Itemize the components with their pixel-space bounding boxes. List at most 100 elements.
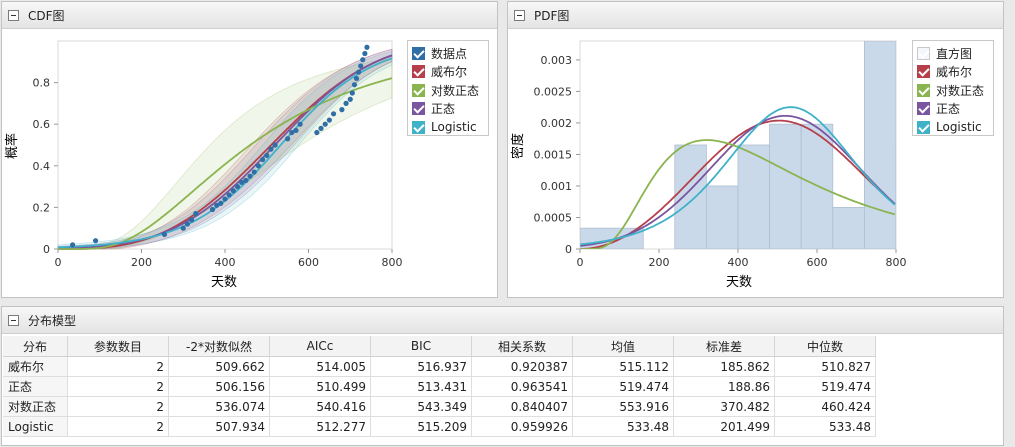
histogram-bar[interactable] [863,41,896,249]
legend-checkbox-icon[interactable] [412,102,425,116]
distribution-name-cell: Logistic [3,416,68,437]
distribution-name-cell: 对数正态 [3,396,68,417]
table-row[interactable]: Logistic 2 507.934 512.277 515.209 0.959926 53… [3,416,876,437]
data-point[interactable] [218,200,224,206]
data-point[interactable] [193,211,199,217]
column-header[interactable]: -2*对数似然 [168,336,270,357]
data-point[interactable] [360,57,366,63]
column-header[interactable]: 分布 [3,336,68,357]
legend-checkbox-icon[interactable] [917,46,930,60]
data-point[interactable] [161,231,168,238]
legend-checkbox-icon[interactable] [917,120,930,134]
data-point[interactable] [318,125,324,131]
legend-item[interactable]: 正态 [917,100,989,119]
column-header[interactable]: BIC [370,336,472,357]
table-cell: 536.074 [168,396,270,417]
table-row[interactable]: 威布尔 2 509.662 514.005 516.937 0.920387 515.112… [3,356,876,377]
table-cell: 540.416 [269,396,371,417]
data-point[interactable] [180,225,186,231]
legend-checkbox-icon[interactable] [412,46,425,60]
data-point[interactable] [70,242,76,248]
data-point[interactable] [189,217,195,223]
legend-item[interactable]: 正态 [412,100,484,119]
legend-checkbox-icon[interactable] [917,65,930,79]
table-cell: 2 [67,376,169,397]
legend-item[interactable]: 直方图 [917,44,989,63]
table-cell: 2 [67,356,169,377]
legend-item[interactable]: 威布尔 [412,63,484,82]
legend-item[interactable]: 数据点 [412,44,484,63]
table-row[interactable]: 正态 2 506.156 510.499 513.431 0.963541 519.474 1… [3,376,876,397]
column-header[interactable]: 中位数 [774,336,876,357]
column-header[interactable]: 均值 [572,336,674,357]
table-row[interactable]: 对数正态 2 536.074 540.416 543.349 0.840407 553.91… [3,396,876,417]
data-point[interactable] [247,173,253,179]
data-point[interactable] [297,121,303,127]
pdf-collapse-button[interactable] [514,9,525,21]
data-point[interactable] [264,152,270,158]
data-point[interactable] [222,196,228,202]
legend-item[interactable]: 对数正态 [412,81,484,100]
data-point[interactable] [343,100,349,106]
histogram-bar[interactable] [674,144,707,249]
table-cell: 0.840407 [471,396,573,417]
legend-label: 威布尔 [431,65,468,80]
legend-item[interactable]: 威布尔 [917,63,989,82]
column-header[interactable]: 参数数目 [67,336,169,357]
legend-checkbox-icon[interactable] [412,83,425,97]
data-point[interactable] [322,121,328,127]
data-point[interactable] [314,129,320,136]
data-point[interactable] [230,188,236,194]
data-point[interactable] [330,111,337,117]
data-point[interactable] [285,136,291,142]
data-point[interactable] [358,63,364,69]
legend-item[interactable]: Logistic [412,118,484,137]
data-point[interactable] [255,163,261,169]
data-point[interactable] [362,50,368,57]
table-cell: 201.499 [673,416,775,437]
data-point[interactable] [356,69,362,75]
distribution-name-cell: 威布尔 [3,356,68,377]
data-point[interactable] [293,127,299,134]
column-header[interactable]: AICc [269,336,371,357]
x-tick-label: 400 [728,256,749,269]
legend-item[interactable]: Logistic [917,118,989,137]
legend-checkbox-icon[interactable] [412,65,425,79]
data-point[interactable] [251,169,257,175]
data-point[interactable] [347,96,353,102]
data-point[interactable] [184,221,191,227]
data-point[interactable] [209,206,216,213]
data-point[interactable] [272,142,278,148]
model-table: 分布 参数数目 -2*对数似然 AICc BIC 相关系数 均值 标准差 中位数 威布尔 2 509… [3,336,876,437]
data-point[interactable] [226,192,232,198]
table-cell: 515.112 [572,356,674,377]
histogram-bar[interactable] [737,144,771,249]
data-point[interactable] [339,107,345,113]
data-point[interactable] [234,184,241,190]
legend-item[interactable]: 对数正态 [917,81,989,100]
histogram-bar[interactable] [769,123,802,249]
data-point[interactable] [259,156,266,163]
legend-checkbox-icon[interactable] [412,120,425,134]
histogram-bar[interactable] [705,185,739,249]
model-collapse-button[interactable] [8,314,19,326]
y-tick-label: 0 [43,243,50,256]
data-point[interactable] [351,82,358,88]
y-tick-label: 0.6 [33,118,51,131]
data-point[interactable] [349,90,355,96]
legend-checkbox-icon[interactable] [917,102,930,116]
legend-checkbox-icon[interactable] [917,83,930,97]
column-header[interactable]: 相关系数 [471,336,573,357]
table-cell: 2 [67,416,169,437]
data-point[interactable] [326,117,332,123]
histogram-bar[interactable] [895,144,928,249]
data-point[interactable] [268,146,274,152]
data-point[interactable] [353,75,360,82]
cdf-ylabel: 概率 [4,133,20,159]
data-point[interactable] [92,238,99,244]
column-header[interactable]: 标准差 [673,336,775,357]
cdf-collapse-button[interactable] [8,9,19,21]
data-point[interactable] [243,177,249,183]
histogram-bar[interactable] [832,206,865,249]
data-point[interactable] [364,44,370,50]
